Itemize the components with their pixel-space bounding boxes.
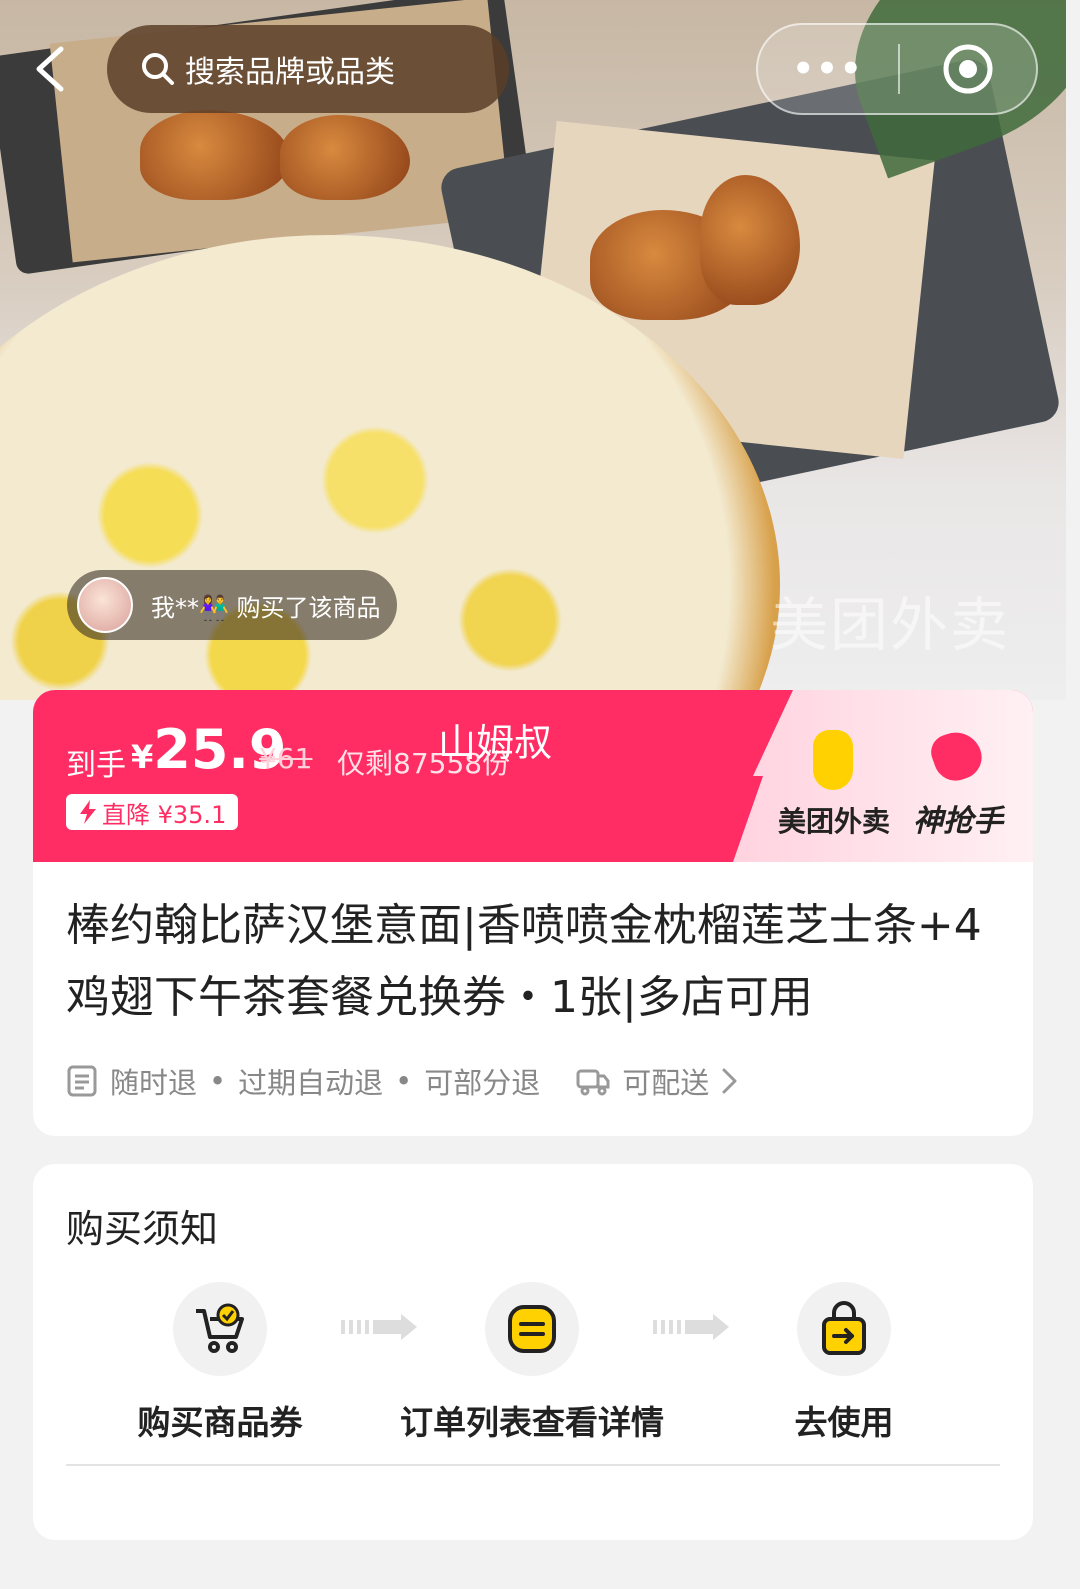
more-button[interactable]: •••	[758, 49, 898, 89]
search-placeholder: 搜索品牌或品类	[185, 55, 395, 90]
lightning-icon	[80, 800, 96, 824]
separator-dot: •	[209, 1064, 227, 1098]
document-icon	[67, 1065, 97, 1097]
step-label: 购买商品券	[137, 1403, 303, 1442]
mini-program-capsule: •••	[756, 23, 1038, 115]
avatar	[77, 577, 133, 633]
buyer-notice-text: 我**👫 购买了该商品	[151, 593, 381, 622]
notice-title: 购买须知	[66, 1207, 219, 1251]
purchase-notice-card: 购买须知 购买商品券 订单列表查看详情 去使用	[33, 1164, 1033, 1540]
step-view-order: 订单列表查看详情	[382, 1282, 682, 1444]
currency-symbol: ¥	[131, 738, 154, 776]
policy-expiry-refund: 过期自动退	[238, 1066, 384, 1100]
step-buy-voucher: 购买商品券	[70, 1282, 370, 1444]
search-icon	[142, 53, 174, 85]
kangaroo-mascot-icon	[813, 730, 853, 790]
refund-policy-row[interactable]: 随时退 • 过期自动退 • 可部分退 可配送	[66, 1058, 741, 1104]
watermark: 美团外卖	[770, 591, 1011, 659]
target-icon	[943, 44, 993, 94]
original-price: ¥61	[259, 742, 313, 775]
step-label: 订单列表查看详情	[400, 1403, 664, 1442]
order-list-icon	[485, 1282, 579, 1376]
shop-overlay-text: 山姆叔	[438, 721, 553, 765]
bag-use-icon	[797, 1282, 891, 1376]
step-label: 去使用	[794, 1403, 894, 1442]
policy-anytime-refund: 随时退	[110, 1066, 198, 1100]
price-label: 到手	[66, 748, 126, 783]
back-button[interactable]	[28, 44, 72, 94]
policy-partial-refund: 可部分退	[424, 1066, 541, 1100]
product-title: 棒约翰比萨汉堡意面|香喷喷金枕榴莲芝士条+4鸡翅下午茶套餐兑换券・1张|多店可用	[66, 900, 982, 1023]
brand-tag: 神抢手	[913, 804, 1003, 839]
separator-dot: •	[395, 1064, 413, 1098]
delivery-available: 可配送	[622, 1066, 710, 1100]
product-card: 到手 ¥25.9 ¥61 仅剩87558份 山姆叔 直降 ¥35.1 美团外卖 …	[33, 690, 1033, 1136]
price-drop-text: 直降 ¥35.1	[102, 800, 227, 829]
close-button[interactable]	[900, 42, 1036, 96]
divider	[66, 1464, 1000, 1466]
price-bar: 到手 ¥25.9 ¥61 仅剩87558份 山姆叔 直降 ¥35.1 美团外卖 …	[33, 690, 1033, 862]
cart-check-icon	[173, 1282, 267, 1376]
step-go-use: 去使用	[694, 1282, 994, 1444]
delivery-truck-icon	[576, 1069, 610, 1096]
price-drop-badge: 直降 ¥35.1	[66, 794, 239, 830]
chevron-right-icon	[722, 1068, 737, 1094]
search-input[interactable]: 搜索品牌或品类	[107, 25, 509, 113]
buyer-notice: 我**👫 购买了该商品	[67, 570, 397, 640]
brand-name: 美团外卖	[778, 805, 891, 838]
chevron-left-icon	[36, 46, 64, 92]
